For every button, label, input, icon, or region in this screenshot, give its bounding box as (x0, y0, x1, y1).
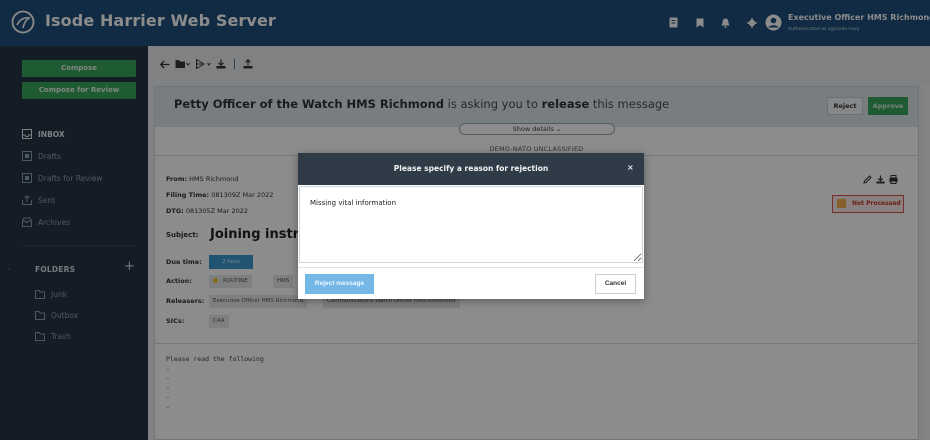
cancel-button[interactable]: Cancel (595, 274, 636, 294)
rejection-reason-input[interactable] (299, 186, 643, 263)
reject-message-button[interactable]: Reject message (305, 274, 374, 294)
reject-reason-dialog: Please specify a reason for rejection × … (298, 153, 644, 299)
close-icon[interactable]: × (627, 163, 634, 172)
dialog-footer-divider (298, 267, 644, 268)
dialog-header: Please specify a reason for rejection × (298, 153, 644, 185)
dialog-title: Please specify a reason for rejection (393, 164, 549, 173)
